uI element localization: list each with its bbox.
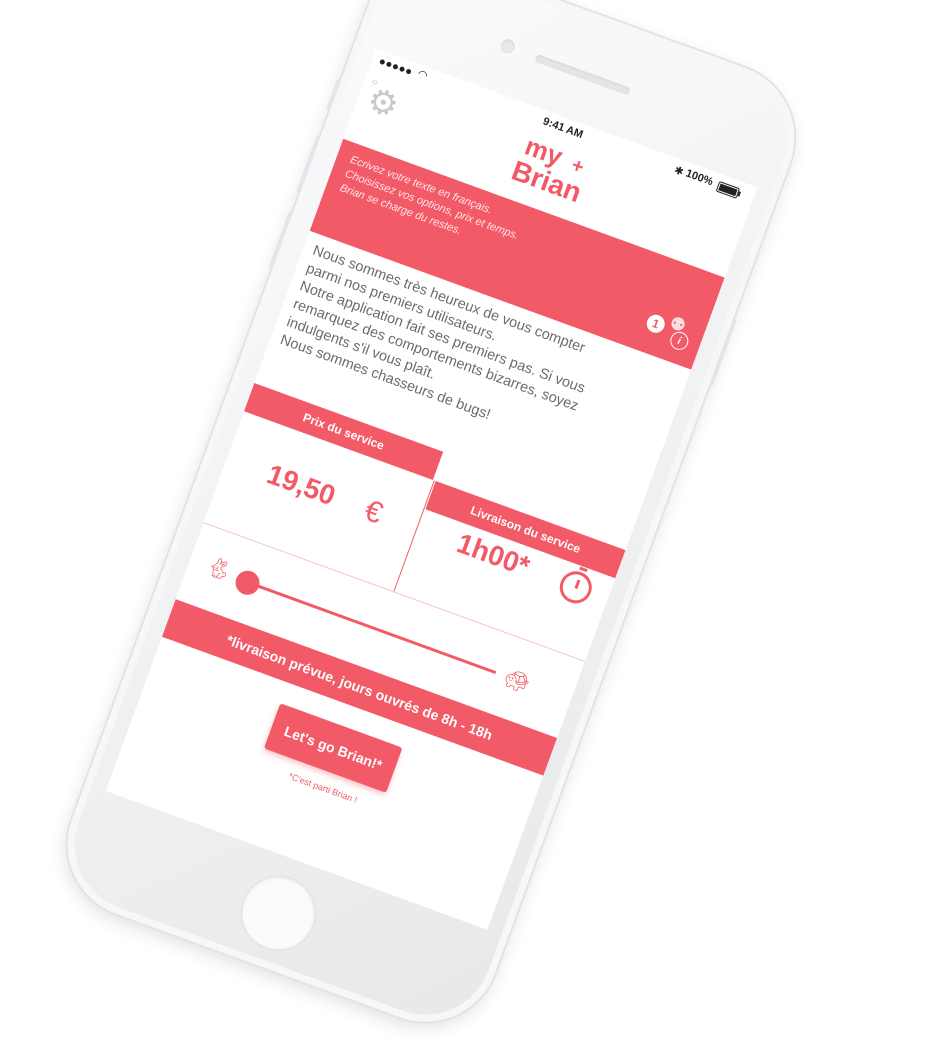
earpiece: [534, 53, 631, 96]
turtle-icon: 🐢︎: [500, 667, 533, 697]
rabbit-icon: 🐇︎: [203, 554, 235, 584]
volume-up-button: [296, 135, 321, 194]
price-value: 19,50: [263, 458, 340, 512]
app-screen: ◠ 9:41 AM ✱ 100% ✧ ⚙ my + Brian Ecrivez …: [105, 48, 758, 930]
notification-badge[interactable]: 1: [644, 312, 668, 336]
panel-divider: [393, 480, 435, 592]
front-camera: [498, 37, 517, 56]
wifi-icon: ◠: [415, 67, 430, 83]
home-button[interactable]: [232, 867, 325, 960]
signal-icon: [379, 58, 412, 75]
mute-switch: [326, 79, 341, 111]
currency-symbol: €: [360, 493, 388, 531]
banner-message: Ecrivez votre texte en français. Choisis…: [338, 153, 526, 258]
phone-device: ◠ 9:41 AM ✱ 100% ✧ ⚙ my + Brian Ecrivez …: [46, 0, 816, 1043]
stopwatch-icon: [555, 566, 597, 608]
power-button: [709, 318, 737, 387]
speed-slider-thumb[interactable]: [232, 567, 263, 599]
gear-icon[interactable]: ⚙: [362, 80, 404, 126]
battery-icon: [715, 180, 741, 199]
battery-percent: 100%: [684, 167, 715, 189]
volume-down-button: [268, 210, 294, 269]
